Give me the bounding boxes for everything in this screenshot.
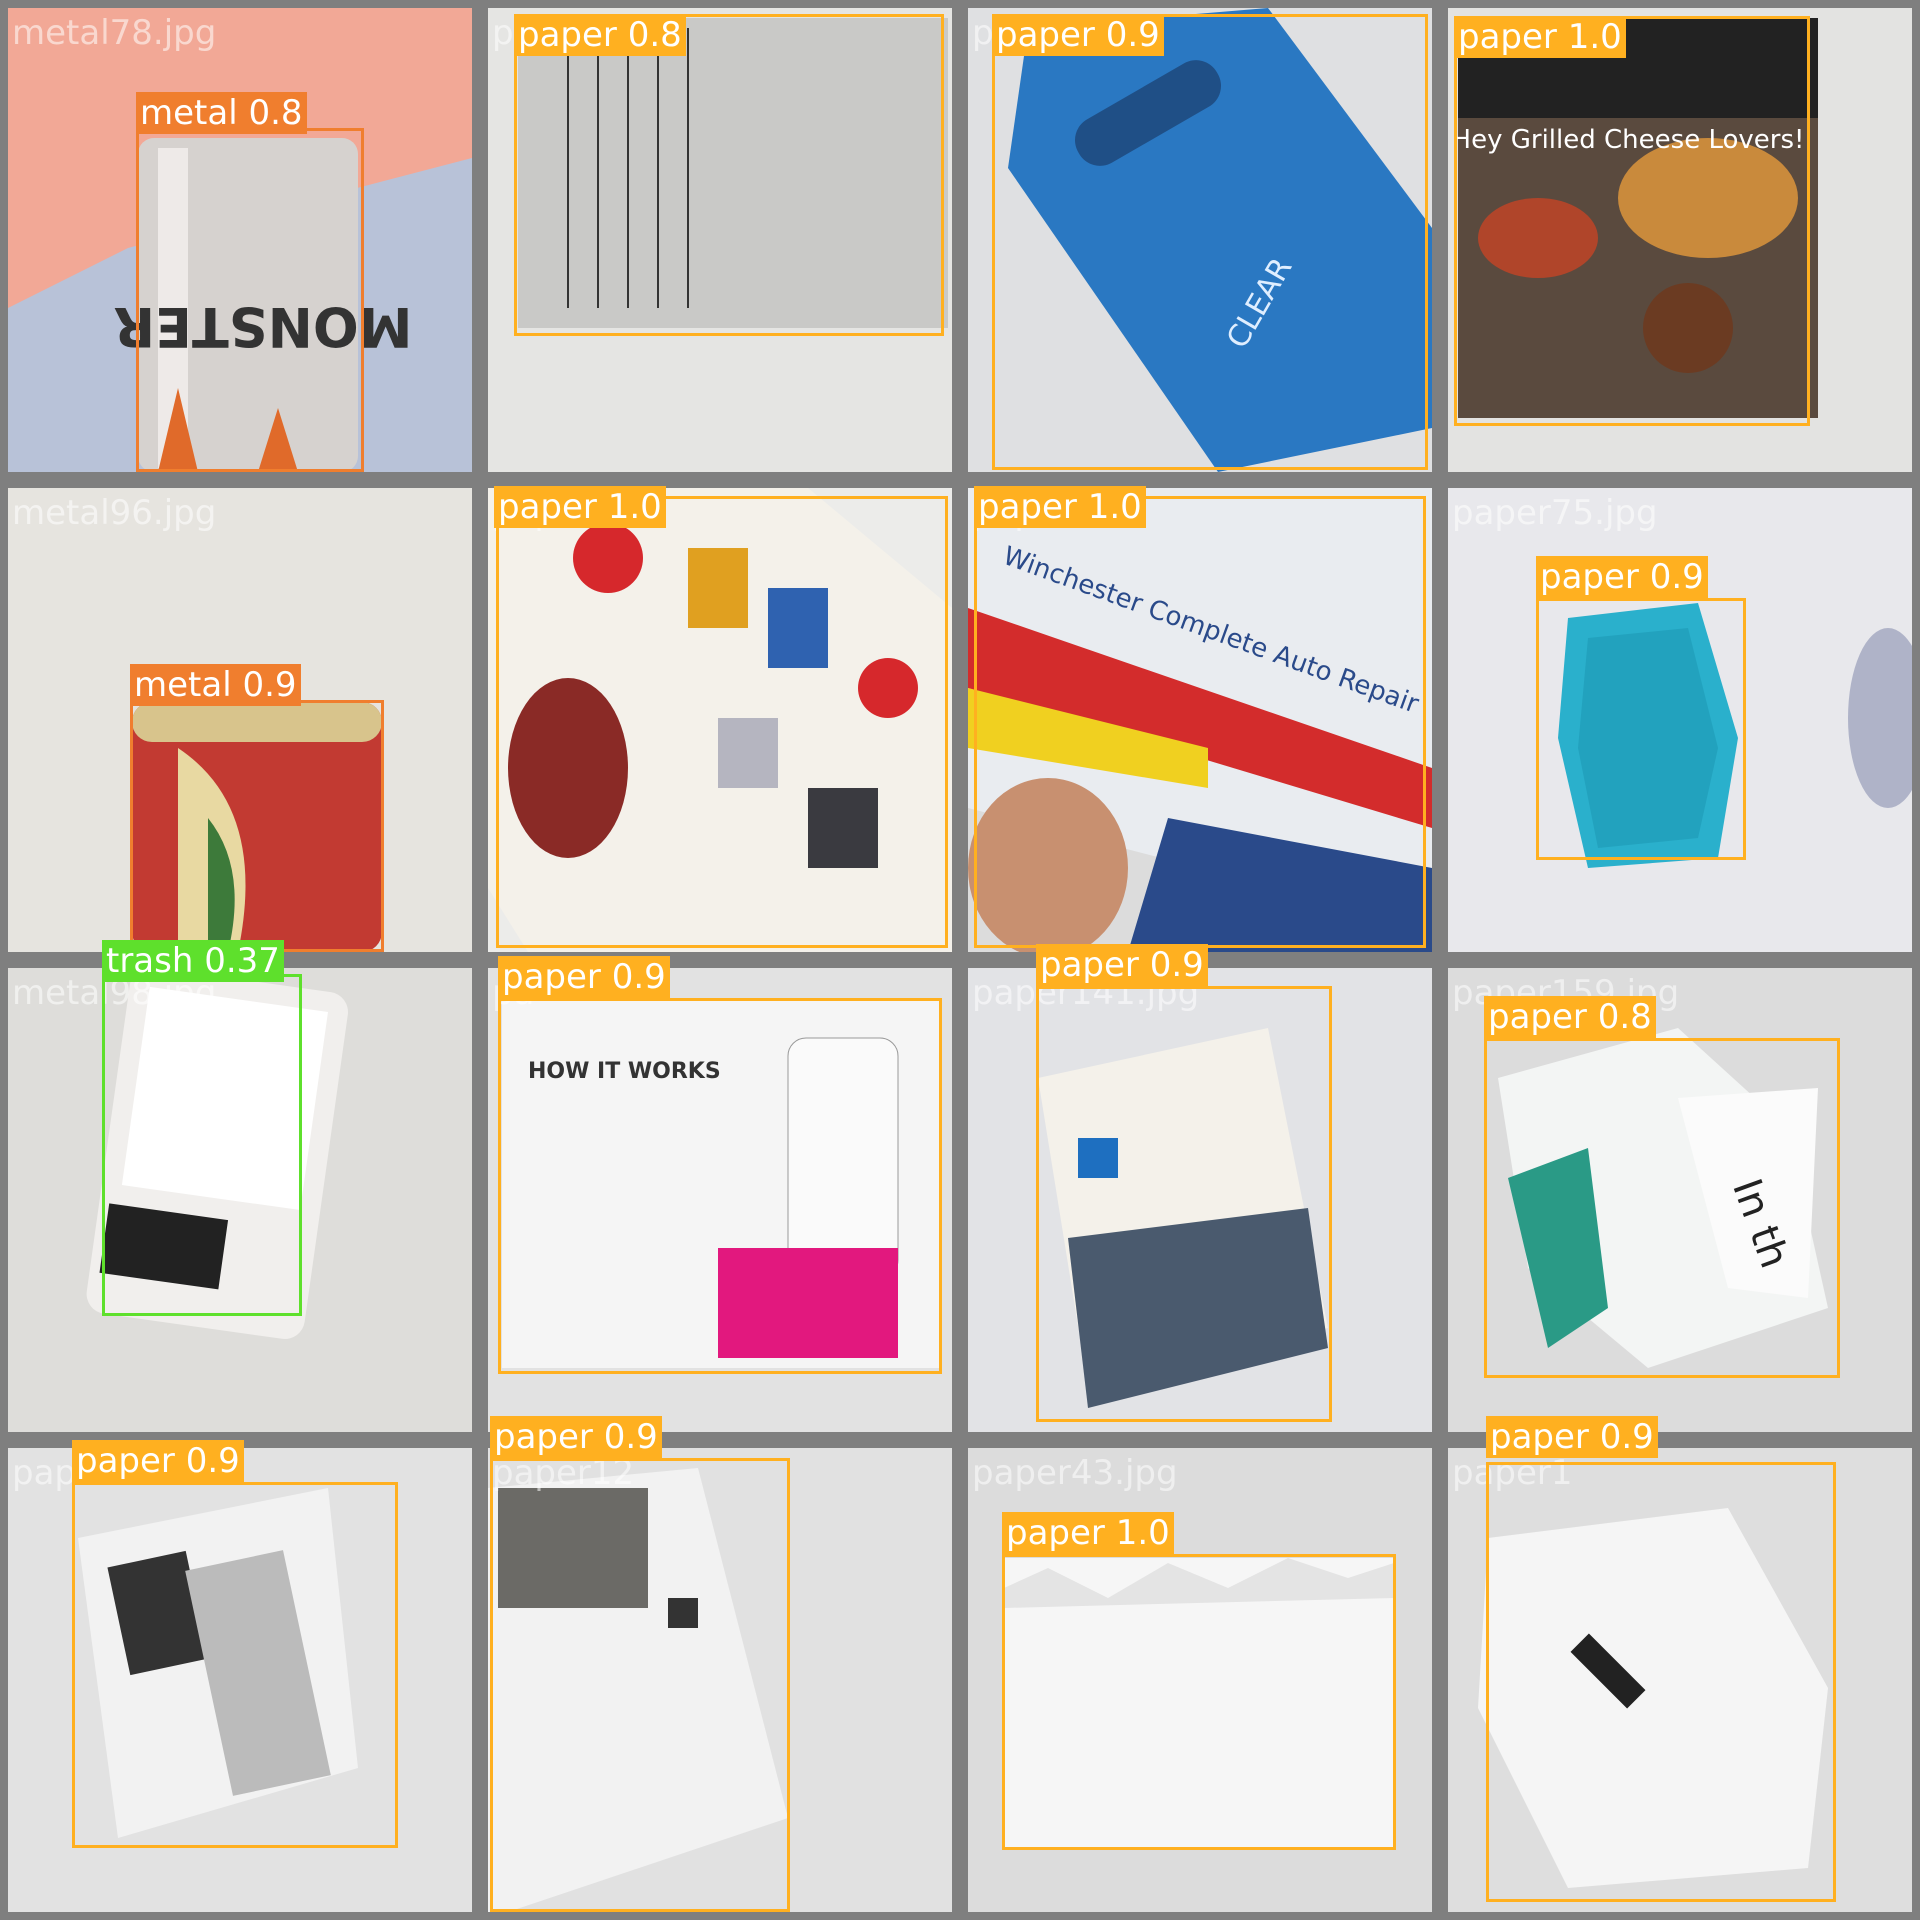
detection-box bbox=[1036, 986, 1332, 1422]
detection-box bbox=[498, 998, 942, 1374]
detection-label: paper 0.9 bbox=[498, 956, 670, 998]
detection-box bbox=[1484, 1038, 1840, 1378]
detection-box bbox=[1536, 598, 1746, 860]
detection-label: paper 0.9 bbox=[992, 14, 1164, 56]
detection-label: paper 0.9 bbox=[1486, 1416, 1658, 1458]
tile-metal96: metal96.jpg metal 0.9 bbox=[8, 488, 472, 952]
tile-paper-menu: Hey Grilled Cheese Lovers! paper 1.0 bbox=[1448, 8, 1912, 472]
tile-paper159: In th paper159.jpg paper 0.8 bbox=[1448, 968, 1912, 1432]
detection-label: paper 1.0 bbox=[974, 486, 1146, 528]
tile-filename: paper75.jpg bbox=[1452, 493, 1658, 533]
tile-paper-clear: CLEAR pa paper 0.9 bbox=[968, 8, 1432, 472]
detection-label: metal 0.9 bbox=[130, 664, 301, 706]
tile-metal78: MONSTER metal78.jpg metal 0.8 bbox=[8, 8, 472, 472]
tile-paper141: paper141.jpg bbox=[968, 968, 1432, 1432]
tile-paper12: paper12 bbox=[488, 1448, 952, 1912]
tile-paper-lyft: HOW IT WORKS pa bbox=[488, 968, 952, 1432]
detection-box bbox=[992, 14, 1428, 470]
tile-paper43: paper43.jpg paper 1.0 bbox=[968, 1448, 1432, 1912]
detection-label: paper 0.9 bbox=[1036, 944, 1208, 986]
detection-label: paper 0.9 bbox=[72, 1440, 244, 1482]
detection-label: paper 0.9 bbox=[1536, 556, 1708, 598]
tile-filename: metal96.jpg bbox=[12, 493, 217, 533]
detection-label: paper 1.0 bbox=[494, 486, 666, 528]
detection-box bbox=[1454, 16, 1810, 426]
detection-label: paper 0.9 bbox=[490, 1416, 662, 1458]
detection-box bbox=[136, 128, 364, 472]
detection-label: paper 1.0 bbox=[1454, 16, 1626, 58]
detection-box bbox=[974, 496, 1426, 948]
detection-box bbox=[72, 1482, 398, 1848]
detection-grid: MONSTER metal78.jpg metal 0.8 pa paper 0… bbox=[0, 0, 1920, 1920]
detection-box bbox=[496, 496, 948, 948]
detection-label: paper 0.8 bbox=[514, 14, 686, 56]
detection-box bbox=[514, 14, 944, 336]
tile-paper75: paper75.jpg paper 0.9 bbox=[1448, 488, 1912, 952]
detection-box bbox=[130, 700, 384, 952]
tile-filename: metal78.jpg bbox=[12, 13, 217, 53]
tile-metal98: metal98.jpg bbox=[8, 968, 472, 1432]
detection-box bbox=[490, 1458, 790, 1912]
detection-label: paper 1.0 bbox=[1002, 1512, 1174, 1554]
detection-label: metal 0.8 bbox=[136, 92, 307, 134]
tile-filename: pap bbox=[12, 1453, 76, 1493]
tile-paper-envelope: pa paper 0.8 bbox=[488, 8, 952, 472]
tile-filename: paper43.jpg bbox=[972, 1453, 1178, 1493]
detection-label: paper 0.8 bbox=[1484, 996, 1656, 1038]
tile-paper-auto: Winchester Complete Auto Repair paper1 bbox=[968, 488, 1432, 952]
tile-paper-magazine: pap bbox=[8, 1448, 472, 1912]
detection-box bbox=[1002, 1554, 1396, 1850]
tile-paper-ad: paper1 bbox=[488, 488, 952, 952]
detection-label: trash 0.37 bbox=[102, 940, 284, 982]
detection-box bbox=[102, 974, 302, 1316]
detection-box bbox=[1486, 1462, 1836, 1902]
tile-paper-chase: paper1 bbox=[1448, 1448, 1912, 1912]
